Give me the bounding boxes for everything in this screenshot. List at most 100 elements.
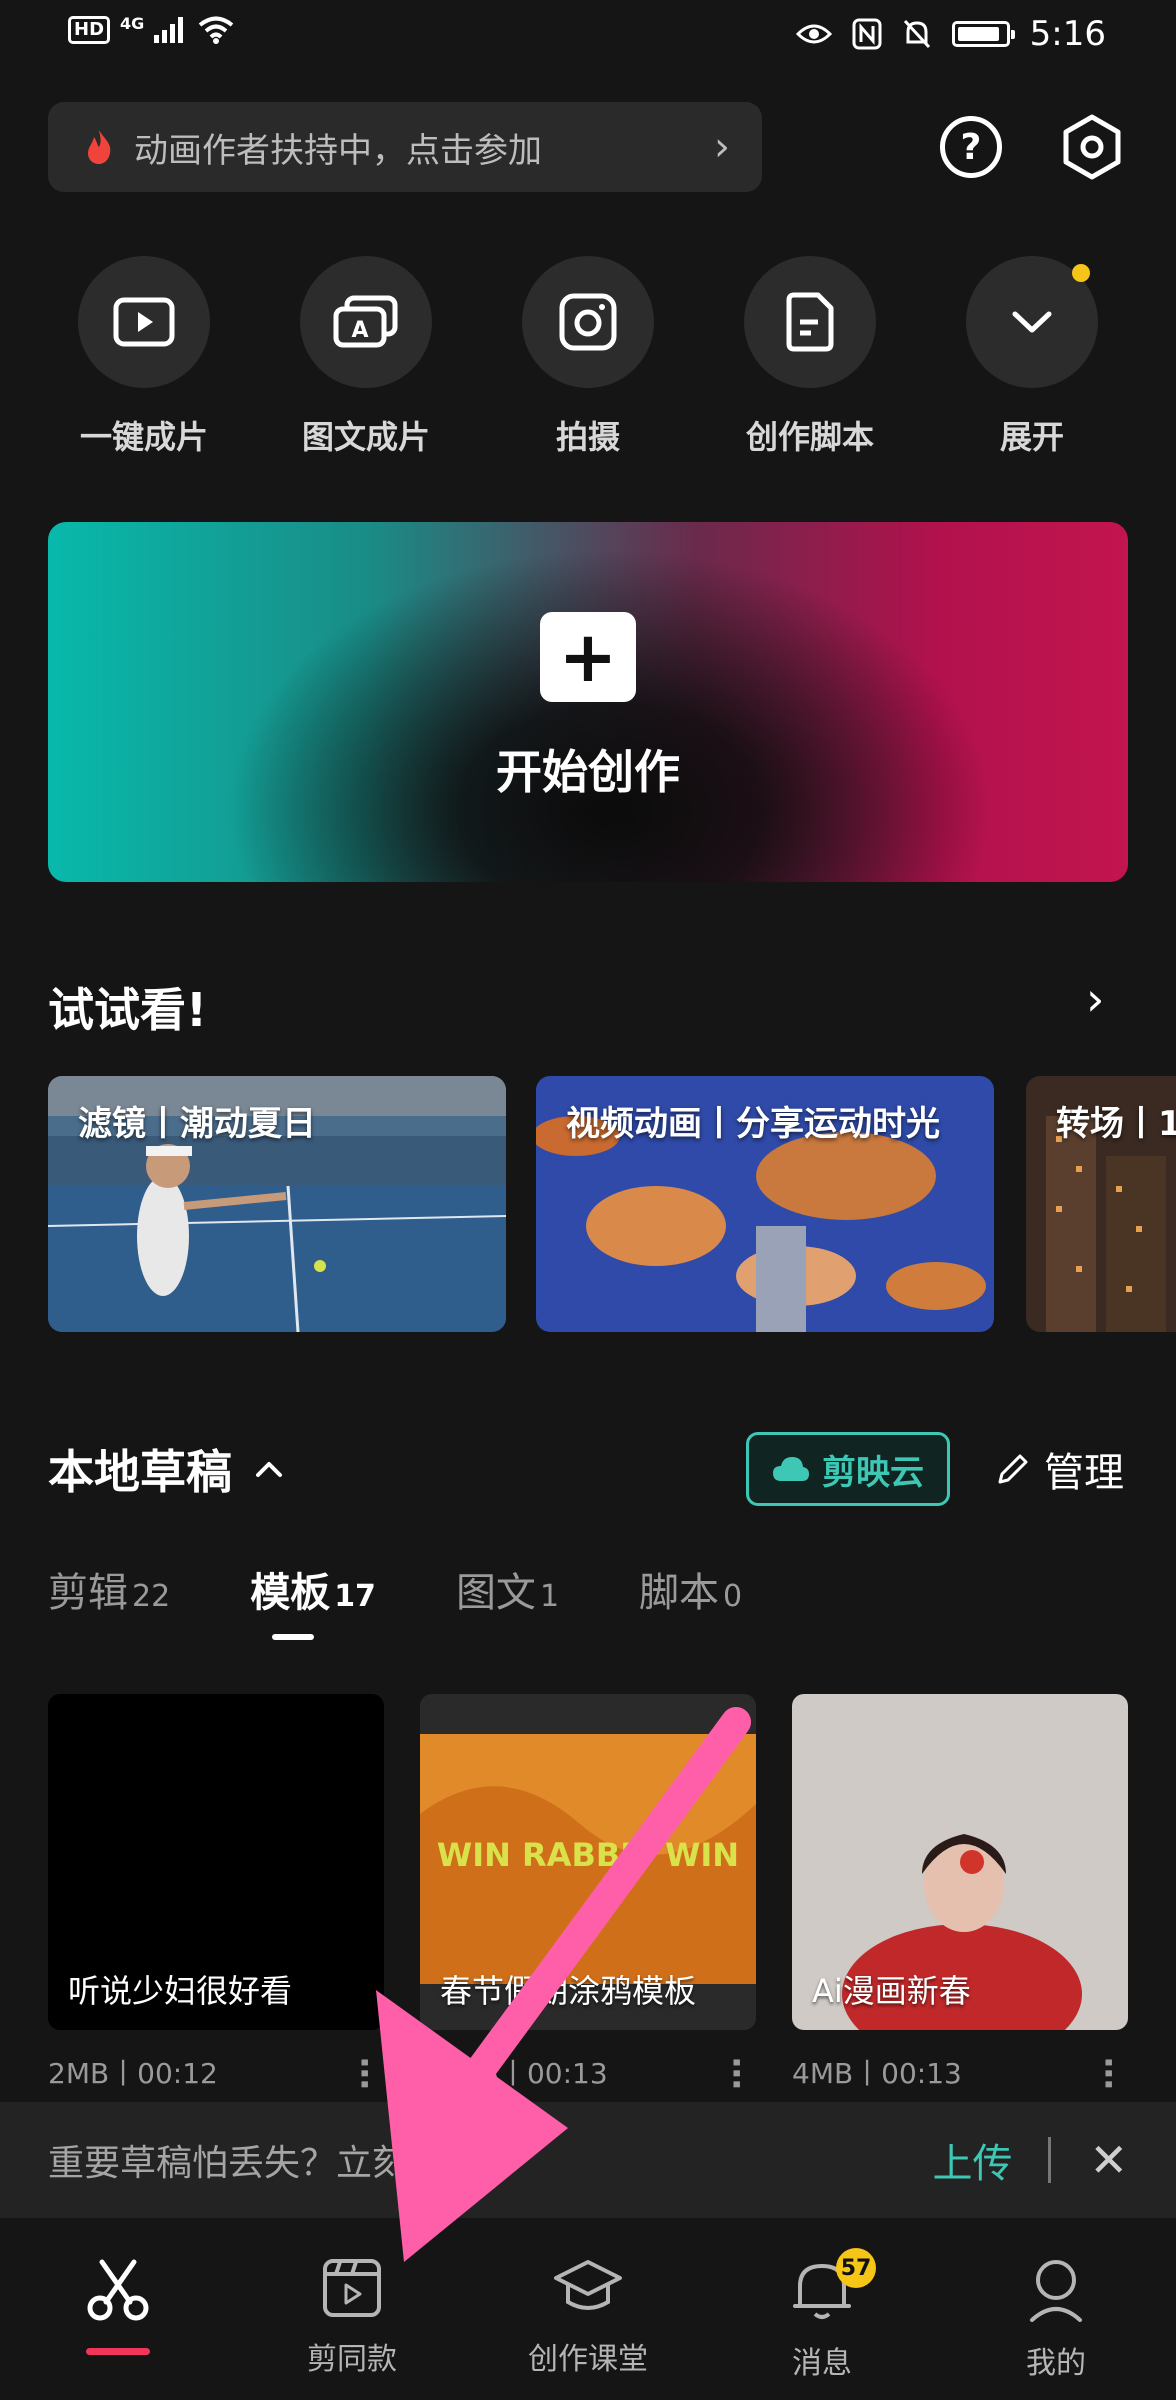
try-card-label: 滤镜丨潮动夏日 [78,1104,316,1144]
quick-action-label: 展开 [999,418,1064,456]
try-card-label: 转场丨1 [1056,1104,1176,1144]
local-drafts-title: 本地草稿 [48,1445,232,1499]
quick-action-label: 一键成片 [79,418,208,456]
nav-item-profile[interactable]: 我的 [956,2258,1156,2382]
draft-item[interactable]: WIN RABBIT WIN 春节假期涂鸦模板 15MB丨00:13 ··· [420,1694,756,2092]
settings-button[interactable] [1062,114,1122,180]
quick-action-one-click[interactable]: 一键成片 [64,256,224,458]
notification-dot [1072,264,1090,282]
scissors-icon [87,2259,149,2321]
try-card-animation[interactable]: 视频动画丨分享运动时光 [536,1076,994,1332]
tab-label: 剪辑 [48,1570,128,1616]
message-count-badge: 57 [836,2248,876,2288]
nav-label: 创作课堂 [528,2342,648,2377]
draft-item[interactable]: Ai漫画新春 4MB丨00:13 ··· [792,1694,1128,2092]
draft-title: 春节假期涂鸦模板 [440,1972,697,2010]
nav-item-messages[interactable]: 57 消息 [722,2248,922,2382]
manage-button[interactable]: 管理 [996,1440,1124,1498]
template-clapper-icon [323,2259,381,2317]
graduation-cap-icon [554,2260,622,2310]
draft-thumbnail: WIN RABBIT WIN 春节假期涂鸦模板 [420,1694,756,2030]
wifi-icon [199,16,234,44]
script-doc-icon [786,292,834,352]
cloud-icon [773,1457,809,1481]
chevron-right-icon: › [714,124,730,170]
try-it-more-chevron-icon[interactable]: › [1086,972,1104,1026]
plus-icon: + [540,612,636,702]
camera-icon [559,293,617,351]
quick-action-circle [78,256,210,388]
draft-thumbnail: 听说少妇很好看 [48,1694,384,2030]
chevron-down-icon [1012,311,1052,333]
battery-icon [951,21,1015,47]
local-drafts-header[interactable]: 本地草稿 [48,1436,284,1502]
flame-icon [88,130,111,164]
try-card-label: 视频动画丨分享运动时光 [566,1104,940,1144]
nav-item-edit[interactable] [18,2258,218,2338]
eye-icon [795,24,832,44]
quick-action-expand[interactable]: 展开 [952,256,1112,458]
clock: 5:16 [1029,14,1106,54]
chevron-up-icon [256,1462,282,1477]
profile-icon [1030,2260,1082,2322]
draft-meta: 15MB丨00:13 ··· [420,2052,756,2092]
draft-tabs: 剪辑 22 模板 17 图文 1 脚本 0 [48,1560,822,1640]
draft-size-duration: 2MB丨00:12 [48,2057,218,2090]
svg-text:WIN RABBIT WIN: WIN RABBIT WIN [437,1836,739,1874]
quick-action-circle [744,256,876,388]
tab-script[interactable]: 脚本 0 [639,1560,742,1618]
try-card-filter[interactable]: 滤镜丨潮动夏日 [48,1076,506,1332]
nfc-icon [852,18,882,50]
tab-template[interactable]: 模板 17 [250,1560,376,1640]
quick-action-script[interactable]: 创作脚本 [730,256,890,458]
help-button[interactable]: ? [940,116,1002,178]
tab-edit[interactable]: 剪辑 22 [48,1560,170,1618]
tab-count: 17 [334,1579,376,1614]
draft-thumbnail: Ai漫画新春 [792,1694,1128,2030]
creator-support-banner[interactable]: 动画作者扶持中，点击参加 › [48,102,762,192]
signal-icon [154,17,184,43]
quick-action-label: 创作脚本 [745,418,874,456]
status-left: HD 4G [68,13,234,44]
cloud-label: 剪映云 [822,1452,924,1493]
cloud-button[interactable]: 剪映云 [746,1432,950,1506]
nav-label: 我的 [1026,2346,1086,2381]
banner-text: 动画作者扶持中，点击参加 [134,130,542,171]
quick-action-label: 拍摄 [555,418,620,456]
upload-button[interactable]: 上传 [932,2131,1012,2189]
backup-tip-text: 重要草稿怕丢失？立刻 [48,2143,409,2184]
hd-indicator: HD [68,16,111,44]
pencil-icon [998,1454,1028,1484]
draft-item[interactable]: 听说少妇很好看 2MB丨00:12 ··· [48,1694,384,2092]
tab-count: 22 [132,1579,171,1614]
draft-meta: 2MB丨00:12 ··· [48,2052,384,2092]
manage-label: 管理 [1044,1450,1124,1496]
svg-text:A: A [351,318,368,343]
nav-item-classroom[interactable]: 创作课堂 [488,2258,688,2378]
draft-title: Ai漫画新春 [812,1972,971,2010]
draft-meta: 4MB丨00:13 ··· [792,2052,1128,2092]
tab-label: 模板 [250,1570,331,1616]
more-options-icon[interactable]: ··· [716,2056,756,2089]
tab-text-image[interactable]: 图文 1 [456,1560,559,1618]
tab-count: 0 [723,1579,743,1614]
quick-action-label: 图文成片 [301,418,430,456]
status-bar: HD 4G 5:16 [0,0,1176,72]
nav-item-templates[interactable]: 剪同款 [252,2258,452,2378]
quick-action-shoot[interactable]: 拍摄 [508,256,668,458]
more-options-icon[interactable]: ··· [344,2056,384,2089]
text-image-icon: A [333,295,398,348]
nav-label: 消息 [792,2346,852,2381]
draft-title: 听说少妇很好看 [68,1972,293,2010]
backup-tip-bar: 重要草稿怕丢失？立刻 上传 ✕ [0,2102,1176,2218]
question-mark-icon: ? [960,126,982,168]
more-options-icon[interactable]: ··· [1088,2056,1128,2089]
try-card-transition[interactable]: 转场丨1 [1026,1076,1176,1332]
quick-action-text-image[interactable]: A 图文成片 [286,256,446,458]
network-type: 4G [120,13,145,33]
close-icon[interactable]: ✕ [1089,2133,1128,2187]
start-creating-label: 开始创作 [496,745,680,799]
start-creating-card[interactable]: + 开始创作 [48,522,1128,882]
active-tab-indicator [86,2348,150,2355]
bottom-navigation: 剪同款 创作课堂 57 消息 我的 [0,2218,1176,2400]
